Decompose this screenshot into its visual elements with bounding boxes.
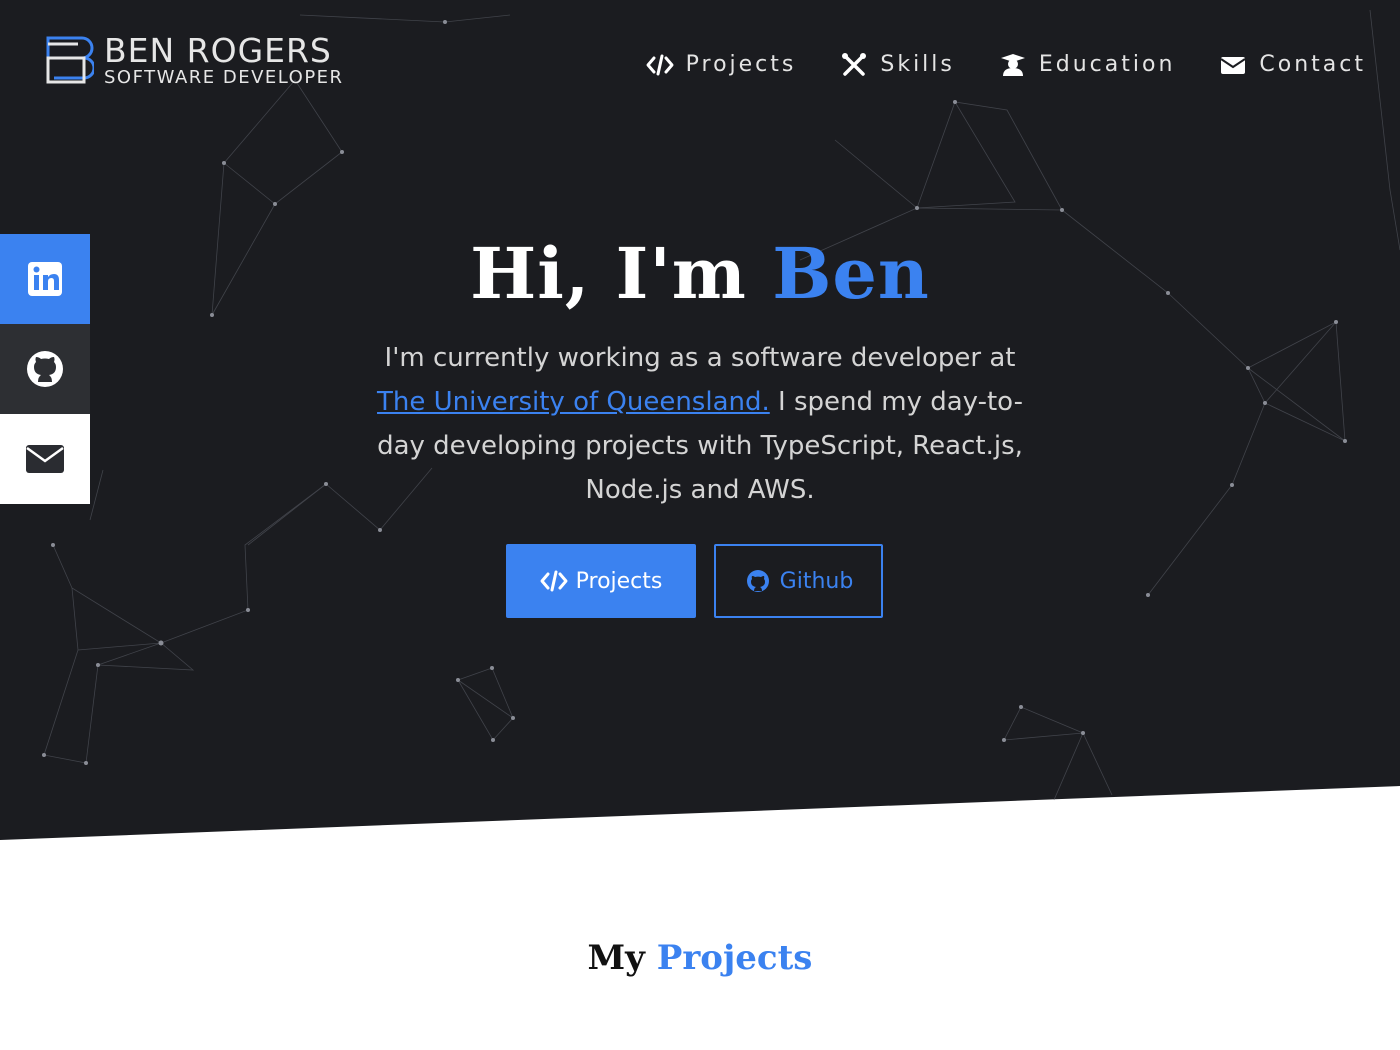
github-button-label: Github [779, 568, 854, 594]
nav-label: Projects [685, 52, 797, 77]
university-link[interactable]: The University of Queensland. [377, 387, 770, 417]
github-cta-button[interactable]: Github [714, 544, 883, 618]
intro-text-before: I'm currently working as a software deve… [384, 343, 1016, 373]
nav-item-skills[interactable]: Skills [840, 52, 955, 77]
brand-logo[interactable]: BEN ROGERS SOFTWARE DEVELOPER [44, 34, 344, 88]
email-button[interactable] [0, 414, 90, 504]
github-button[interactable] [0, 324, 90, 414]
nav-item-education[interactable]: Education [999, 52, 1176, 77]
code-icon [646, 54, 674, 75]
brand-tagline: SOFTWARE DEVELOPER [104, 66, 344, 88]
section-title-accent: Projects [656, 938, 813, 978]
hero-name: Ben [772, 232, 930, 315]
nav-item-projects[interactable]: Projects [646, 52, 797, 77]
github-icon [746, 570, 769, 592]
hero-section: BEN ROGERS SOFTWARE DEVELOPER Projects S… [0, 0, 1400, 840]
projects-section-title: My Projects [0, 938, 1400, 978]
code-icon [540, 570, 568, 592]
nav-label: Education [1038, 52, 1176, 77]
projects-button[interactable]: Projects [506, 544, 696, 618]
envelope-icon [26, 445, 64, 473]
b-monogram-logo-icon [46, 36, 94, 84]
brand-name: BEN ROGERS [104, 30, 332, 70]
nav-item-contact[interactable]: Contact [1219, 52, 1366, 77]
github-icon [27, 351, 63, 387]
hero-greeting: Hi, I'm [470, 232, 747, 315]
graduate-icon [1000, 53, 1025, 76]
hero-title: Hi, I'm Ben [0, 232, 1400, 315]
main-nav: Projects Skills Education Contact [646, 52, 1366, 77]
nav-label: Contact [1259, 52, 1366, 77]
hero-intro: I'm currently working as a software deve… [372, 336, 1028, 512]
envelope-icon [1220, 56, 1246, 74]
nav-label: Skills [880, 52, 955, 77]
tools-icon [842, 52, 867, 76]
projects-button-label: Projects [575, 568, 663, 594]
section-title-plain: My [587, 938, 645, 978]
